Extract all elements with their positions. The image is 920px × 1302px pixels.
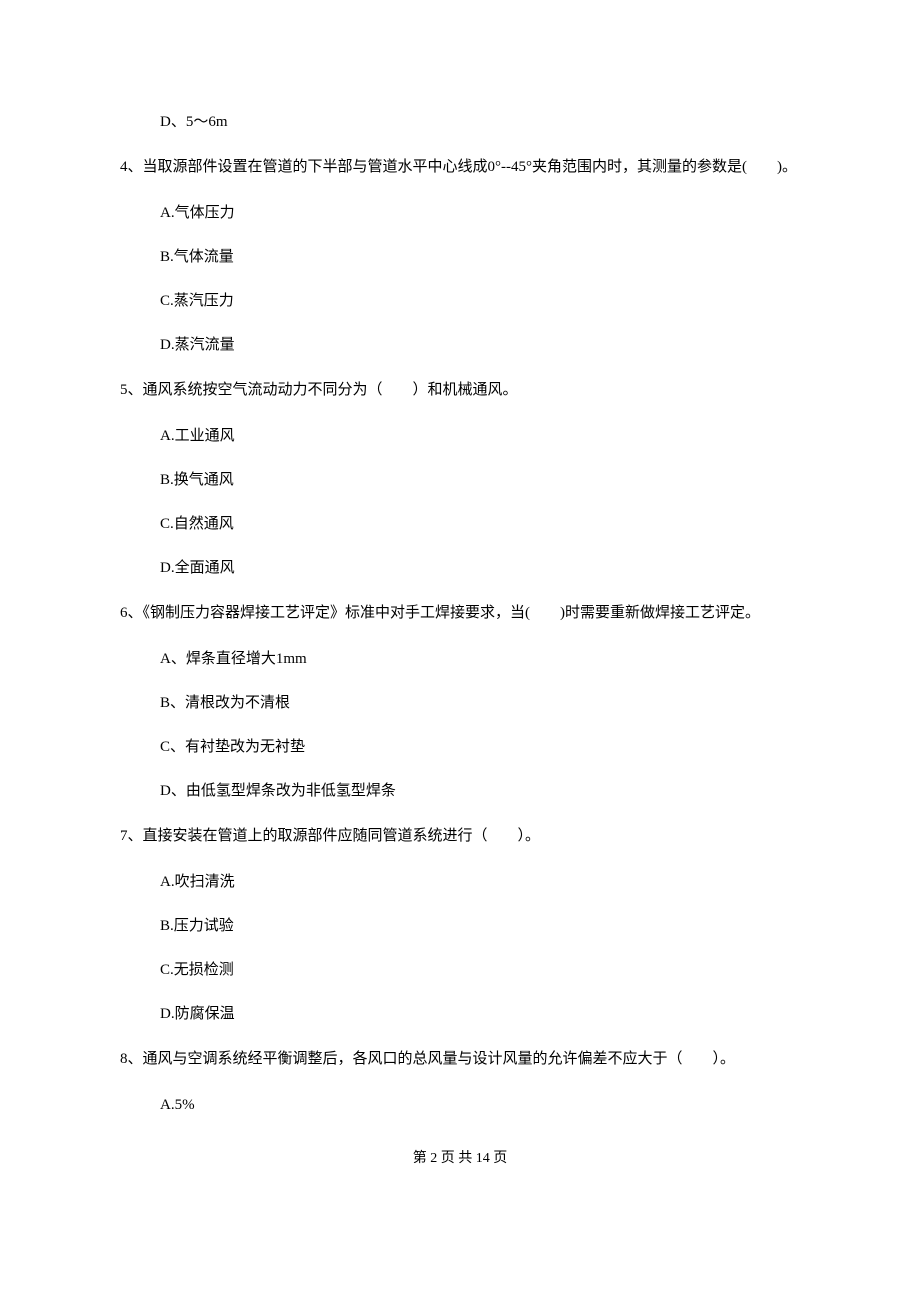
q4-option-b: B.气体流量: [120, 245, 800, 269]
q7-option-a: A.吹扫清洗: [120, 870, 800, 894]
q6-option-d: D、由低氢型焊条改为非低氢型焊条: [120, 779, 800, 803]
q5-option-a: A.工业通风: [120, 424, 800, 448]
q6-option-c: C、有衬垫改为无衬垫: [120, 735, 800, 759]
q6-stem: 6、《钢制压力容器焊接工艺评定》标准中对手工焊接要求，当( )时需要重新做焊接工…: [120, 600, 800, 627]
q6-option-a: A、焊条直径增大1mm: [120, 647, 800, 671]
page-footer: 第 2 页 共 14 页: [120, 1147, 800, 1167]
q8-stem: 8、通风与空调系统经平衡调整后，各风口的总风量与设计风量的允许偏差不应大于（ ）…: [120, 1046, 800, 1073]
q5-option-c: C.自然通风: [120, 512, 800, 536]
q3-option-d: D、5～6m: [120, 110, 800, 134]
q4-option-c: C.蒸汽压力: [120, 289, 800, 313]
q8-option-a: A.5%: [120, 1093, 800, 1117]
q5-option-b: B.换气通风: [120, 468, 800, 492]
q5-option-d: D.全面通风: [120, 556, 800, 580]
q7-option-c: C.无损检测: [120, 958, 800, 982]
q4-option-d: D.蒸汽流量: [120, 333, 800, 357]
q4-stem: 4、当取源部件设置在管道的下半部与管道水平中心线成0°--45°夹角范围内时，其…: [120, 154, 800, 181]
q7-option-d: D.防腐保温: [120, 1002, 800, 1026]
document-page: D、5～6m 4、当取源部件设置在管道的下半部与管道水平中心线成0°--45°夹…: [0, 0, 920, 1207]
q6-option-b: B、清根改为不清根: [120, 691, 800, 715]
q7-stem: 7、直接安装在管道上的取源部件应随同管道系统进行（ ）。: [120, 823, 800, 850]
q5-stem: 5、通风系统按空气流动动力不同分为（ ）和机械通风。: [120, 377, 800, 404]
q4-option-a: A.气体压力: [120, 201, 800, 225]
q7-option-b: B.压力试验: [120, 914, 800, 938]
